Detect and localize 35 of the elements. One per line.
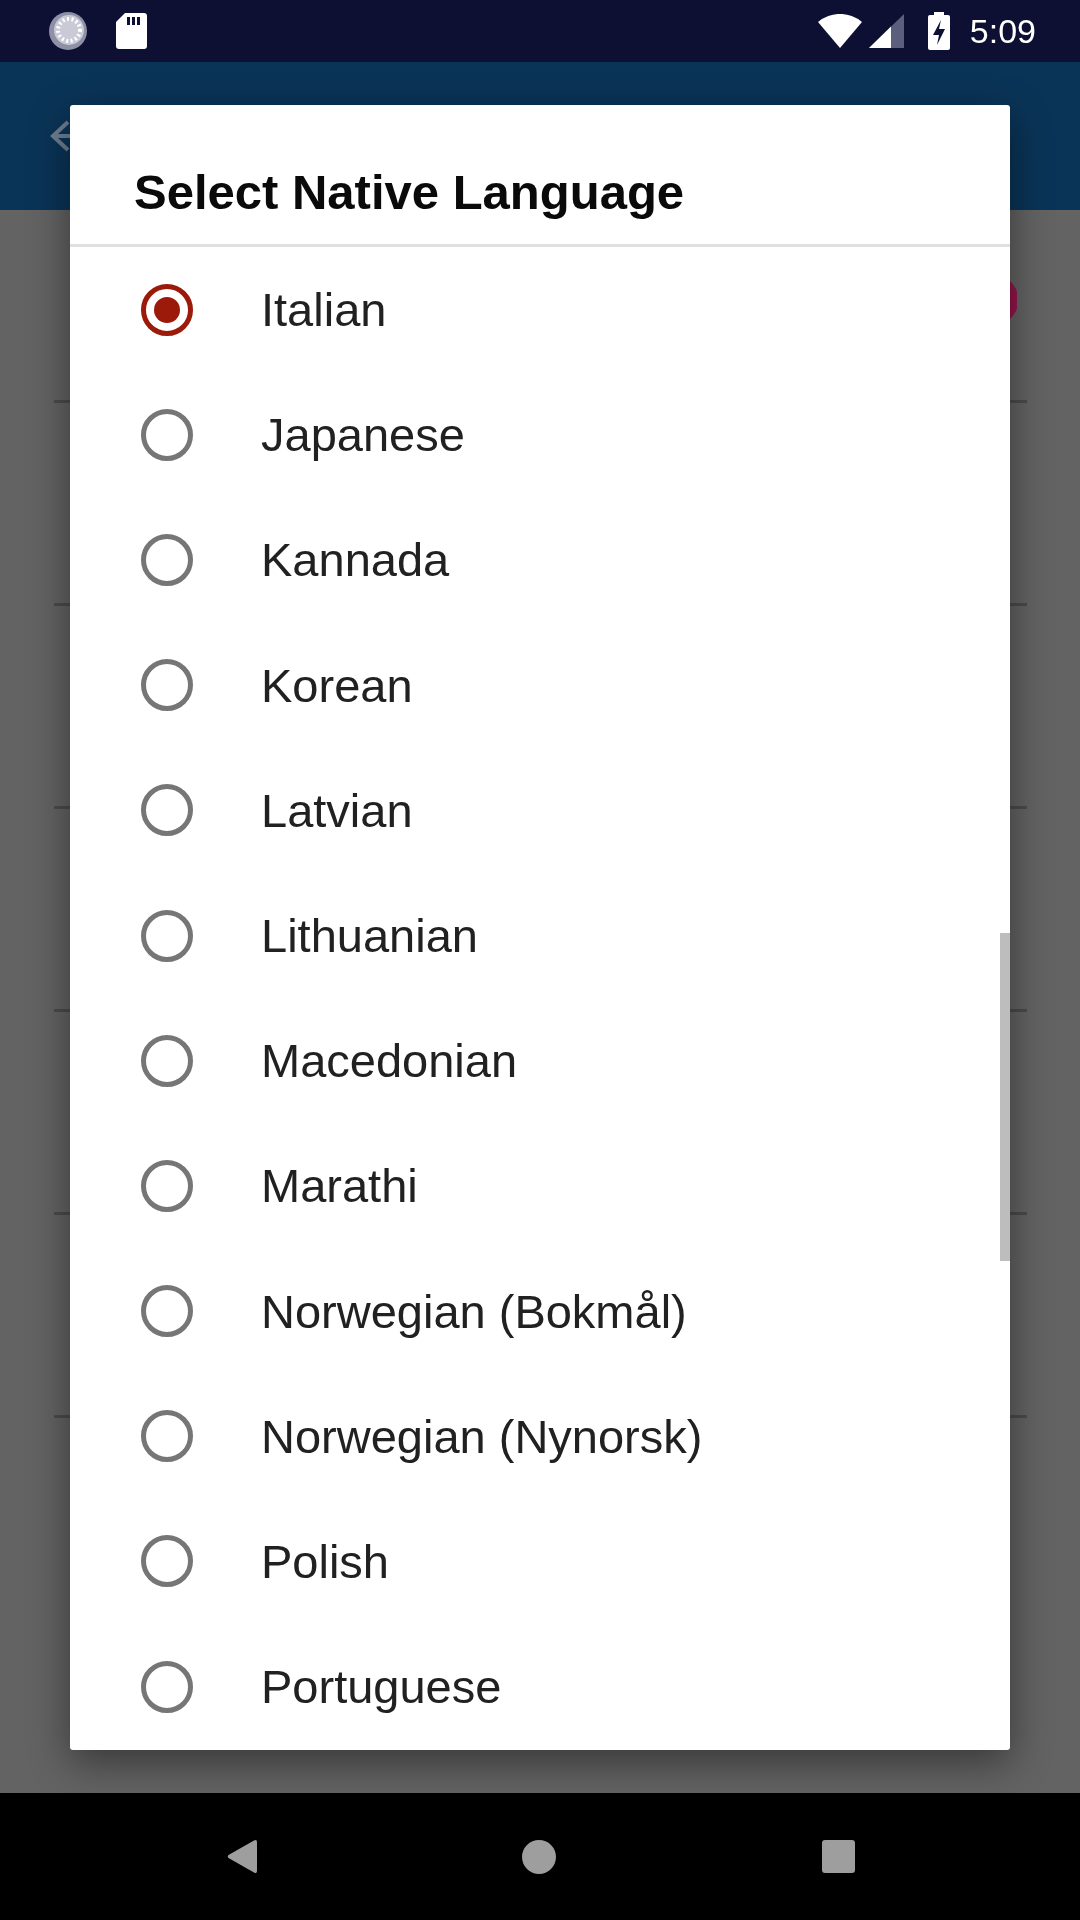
language-option[interactable]: Japanese xyxy=(70,372,1010,498)
toggle-switch[interactable] xyxy=(1009,279,1017,321)
language-option[interactable]: Korean xyxy=(70,622,1010,748)
radio-icon[interactable] xyxy=(141,1159,193,1212)
battery-charging-icon xyxy=(927,12,950,50)
radio-icon[interactable] xyxy=(141,1034,193,1087)
radio-icon[interactable] xyxy=(141,1410,193,1463)
wifi-icon xyxy=(817,14,862,48)
language-option[interactable]: Lithuanian xyxy=(70,872,1010,999)
status-time: 5:09 xyxy=(969,14,1036,48)
radio-icon[interactable] xyxy=(141,909,193,962)
signal-icon xyxy=(868,14,904,48)
back-icon[interactable] xyxy=(226,1839,257,1874)
language-option[interactable]: Norwegian (Bokmål) xyxy=(70,1248,1010,1374)
language-option[interactable]: Norwegian (Nynorsk) xyxy=(70,1373,1010,1499)
back-arrow-icon[interactable] xyxy=(50,120,70,152)
language-option[interactable]: Macedonian xyxy=(70,998,1010,1124)
radio-icon[interactable] xyxy=(141,533,193,586)
sd-card-icon xyxy=(116,13,147,49)
language-option[interactable]: Polish xyxy=(70,1498,1010,1625)
radio-icon[interactable] xyxy=(141,283,193,336)
radio-icon[interactable] xyxy=(141,1285,193,1338)
radio-icon[interactable] xyxy=(141,408,193,461)
radio-icon[interactable] xyxy=(141,1660,193,1713)
home-icon[interactable] xyxy=(522,1839,556,1874)
language-option[interactable]: Marathi xyxy=(70,1123,1010,1249)
language-option[interactable]: Italian xyxy=(70,247,1010,373)
language-option[interactable]: Portuguese xyxy=(70,1624,1010,1750)
dialog-title: Select Native Language xyxy=(70,105,1010,247)
spinner-icon xyxy=(48,11,88,51)
language-option[interactable]: Kannada xyxy=(70,497,1010,623)
radio-icon[interactable] xyxy=(141,784,193,837)
radio-icon[interactable] xyxy=(141,659,193,712)
language-option[interactable]: Latvian xyxy=(70,747,1010,873)
radio-icon[interactable] xyxy=(141,1535,193,1588)
